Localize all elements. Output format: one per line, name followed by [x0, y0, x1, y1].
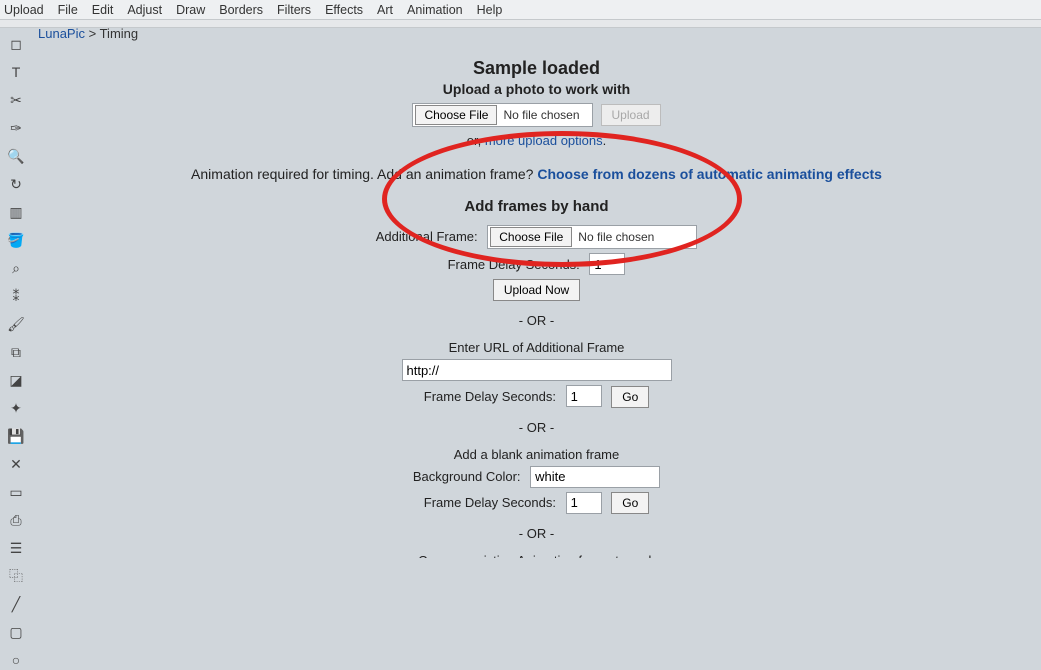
brush-icon[interactable]: 🖌 — [6, 314, 26, 334]
or-separator-1: - OR - — [32, 313, 1041, 328]
choose-file-button[interactable]: Choose File — [415, 105, 497, 125]
copy-section-title: Copy an existing Animation frame to end: — [32, 553, 1041, 558]
upload-now-button[interactable]: Upload Now — [493, 279, 580, 301]
save-icon[interactable]: 💾 — [6, 426, 26, 446]
bg-color-label: Background Color: — [413, 469, 521, 484]
marquee-icon[interactable]: ◻ — [6, 34, 26, 54]
url-go-button[interactable]: Go — [611, 386, 649, 408]
shape-icon[interactable]: ▢ — [6, 622, 26, 642]
additional-frame-label: Additional Frame: — [376, 229, 478, 244]
blank-section-title: Add a blank animation frame — [32, 447, 1041, 462]
ruler — [0, 20, 1041, 28]
or-upload-options: or, more upload options. — [32, 133, 1041, 148]
circle-icon[interactable]: ○ — [6, 650, 26, 670]
frame-delay-input-1[interactable] — [589, 253, 625, 275]
frame-delay-label-3: Frame Delay Seconds: — [424, 495, 556, 510]
or-separator-3: - OR - — [32, 526, 1041, 541]
sample-loaded-heading: Sample loaded — [32, 58, 1041, 79]
menu-art[interactable]: Art — [377, 3, 393, 17]
rotate-icon[interactable]: ↻ — [6, 174, 26, 194]
additional-choose-file-button[interactable]: Choose File — [490, 227, 572, 247]
left-toolbar: ◻ T ✂ ✑ 🔍 ↻ ▥ 🪣 ⌕ ⁑ 🖌 ⧉ ◪ ✦ 💾 ✕ ▭ ⎙ ☰ ⿻ ╱ ▢ ○ — [0, 28, 32, 670]
line-icon[interactable]: ╱ — [6, 594, 26, 614]
print-icon[interactable]: ⎙ — [6, 510, 26, 530]
frame-url-input[interactable] — [402, 359, 672, 381]
main-content: Sample loaded Upload a photo to work wit… — [32, 28, 1041, 558]
or-separator-2: - OR - — [32, 420, 1041, 435]
effect-icon[interactable]: ✦ — [6, 398, 26, 418]
frame-delay-label-2: Frame Delay Seconds: — [424, 389, 556, 404]
clone-icon[interactable]: ⧉ — [6, 342, 26, 362]
more-upload-options-link[interactable]: more upload options — [485, 133, 603, 148]
bucket-icon[interactable]: 🪣 — [6, 230, 26, 250]
frame-delay-input-3[interactable] — [566, 492, 602, 514]
grid-icon[interactable]: ▥ — [6, 202, 26, 222]
copy-icon[interactable]: ⿻ — [6, 566, 26, 586]
menu-help[interactable]: Help — [477, 3, 503, 17]
pen-icon[interactable]: ✑ — [6, 118, 26, 138]
upload-file-control[interactable]: Choose File No file chosen — [412, 103, 592, 127]
upload-button[interactable]: Upload — [601, 104, 661, 126]
animation-required-text: Animation required for timing. Add an an… — [32, 166, 1041, 182]
close-icon[interactable]: ✕ — [6, 454, 26, 474]
menu-animation[interactable]: Animation — [407, 3, 463, 17]
text-icon[interactable]: T — [6, 62, 26, 82]
bg-color-input[interactable] — [530, 466, 660, 488]
menu-effects[interactable]: Effects — [325, 3, 363, 17]
no-file-chosen-label: No file chosen — [499, 108, 591, 122]
cut-icon[interactable]: ✂ — [6, 90, 26, 110]
url-section-title: Enter URL of Additional Frame — [32, 340, 1041, 355]
upload-prompt: Upload a photo to work with — [32, 81, 1041, 97]
auto-effects-link[interactable]: Choose from dozens of automatic animatin… — [537, 166, 882, 182]
dropper-icon[interactable]: ⌕ — [6, 258, 26, 278]
menubar: Upload File Edit Adjust Draw Borders Fil… — [0, 0, 1041, 20]
menu-upload[interactable]: Upload — [4, 3, 44, 17]
blank-go-button[interactable]: Go — [611, 492, 649, 514]
frame-delay-label-1: Frame Delay Seconds: — [448, 257, 580, 272]
menu-draw[interactable]: Draw — [176, 3, 205, 17]
menu-file[interactable]: File — [58, 3, 78, 17]
additional-frame-file-control[interactable]: Choose File No file chosen — [487, 225, 697, 249]
page-icon[interactable]: ▭ — [6, 482, 26, 502]
menu-adjust[interactable]: Adjust — [127, 3, 162, 17]
zoom-icon[interactable]: 🔍 — [6, 146, 26, 166]
add-frames-by-hand-heading: Add frames by hand — [32, 198, 1041, 215]
additional-no-file-label: No file chosen — [574, 230, 666, 244]
menu-filters[interactable]: Filters — [277, 3, 311, 17]
menu-borders[interactable]: Borders — [219, 3, 263, 17]
frame-delay-input-2[interactable] — [566, 385, 602, 407]
eraser-icon[interactable]: ◪ — [6, 370, 26, 390]
wand-icon[interactable]: ⁑ — [6, 286, 26, 306]
layers-icon[interactable]: ☰ — [6, 538, 26, 558]
menu-edit[interactable]: Edit — [92, 3, 114, 17]
